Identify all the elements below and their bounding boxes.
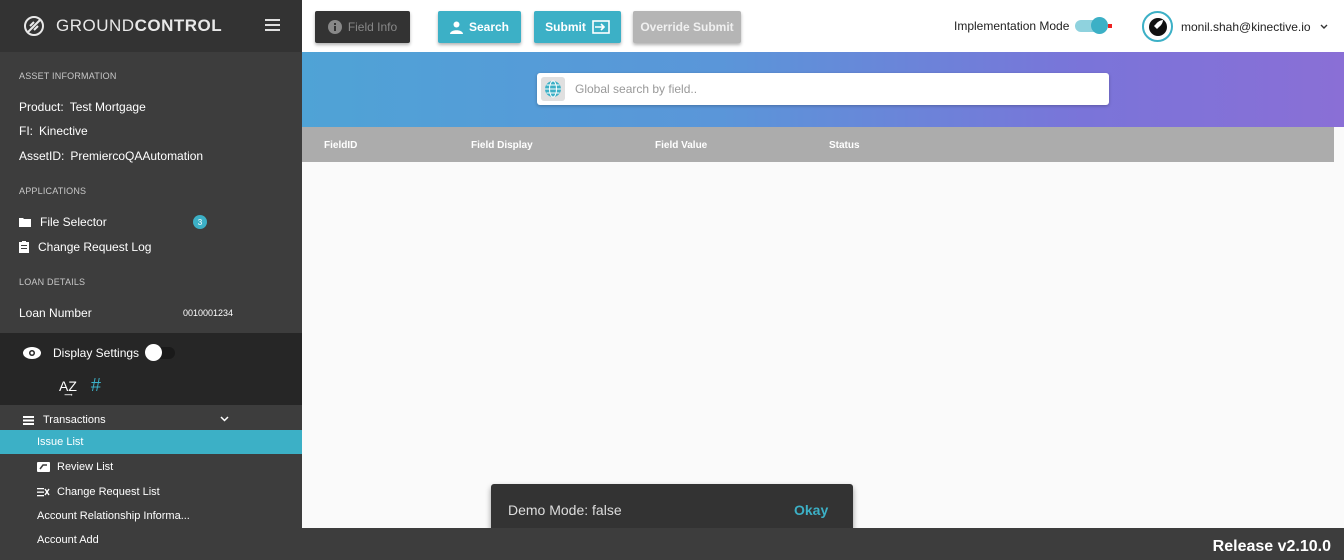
transactions-header[interactable]: Transactions (23, 414, 283, 426)
change-request-log-label: Change Request Log (38, 240, 152, 254)
asset-info-title: ASSET INFORMATION (19, 71, 117, 81)
search-banner (302, 52, 1344, 127)
issue-list-label: Issue List (37, 436, 84, 448)
search-label: Search (468, 20, 510, 34)
display-settings-toggle[interactable] (145, 344, 176, 361)
file-selector-label: File Selector (40, 215, 107, 229)
sidebar-item-file-selector[interactable]: File Selector (19, 215, 107, 229)
hash-icon[interactable]: # (91, 375, 101, 396)
display-settings-label: Display Settings (53, 346, 140, 360)
display-settings-row: Display Settings (23, 344, 176, 361)
top-toolbar: Field Info Search Submit Override Submit… (302, 0, 1344, 52)
info-icon (327, 20, 342, 34)
menu-toggle-icon[interactable] (265, 19, 280, 31)
rocket-icon (1148, 17, 1167, 36)
search-button[interactable]: Search (438, 11, 521, 43)
release-version: Release v2.10.0 (1212, 538, 1331, 555)
file-selector-badge: 3 (193, 215, 207, 229)
implementation-mode: Implementation Mode (954, 17, 1113, 34)
field-info-label: Field Info (347, 20, 398, 34)
column-field-id[interactable]: FieldID (324, 140, 357, 151)
brand-name: GROUNDCONTROL (56, 16, 223, 35)
change-request-icon (37, 488, 50, 497)
column-field-value[interactable]: Field Value (655, 140, 707, 151)
folder-icon (19, 218, 31, 227)
chevron-down-icon (1320, 24, 1328, 29)
review-list-label: Review List (57, 461, 114, 473)
transactions-label: Transactions (43, 414, 106, 426)
sort-options: A͢Z # (59, 375, 101, 396)
sidebar-item-account-add[interactable]: Account Add (0, 528, 302, 552)
snackbar: Demo Mode: false Okay (491, 484, 853, 534)
table-header: FieldID Field Display Field Value Status (302, 127, 1334, 162)
loan-number-value: 0010001234 (183, 308, 234, 318)
global-search-input[interactable] (575, 82, 1075, 96)
user-email: monil.shah@kinective.io (1181, 19, 1311, 34)
sidebar-item-review-list[interactable]: Review List (0, 455, 302, 479)
sort-az-icon[interactable]: A͢Z (59, 378, 77, 394)
column-field-display[interactable]: Field Display (471, 140, 533, 151)
snackbar-message: Demo Mode: false (508, 502, 622, 518)
submit-icon (592, 20, 610, 34)
snackbar-okay-button[interactable]: Okay (794, 502, 828, 518)
chevron-down-icon (220, 416, 229, 422)
submit-label: Submit (545, 20, 586, 34)
applications-title: APPLICATIONS (19, 186, 87, 196)
display-settings-panel: Display Settings A͢Z # (0, 333, 302, 405)
eye-icon (23, 347, 41, 359)
implementation-mode-label: Implementation Mode (954, 19, 1070, 33)
sidebar-item-account-relationship[interactable]: Account Relationship Informa... (0, 504, 302, 528)
sidebar-item-change-request-list[interactable]: Change Request List (0, 480, 302, 504)
implementation-mode-toggle[interactable] (1075, 17, 1113, 34)
field-info-button[interactable]: Field Info (315, 11, 410, 43)
column-status[interactable]: Status (829, 140, 860, 151)
change-request-list-label: Change Request List (57, 486, 160, 498)
clipboard-icon (19, 241, 29, 253)
brand-header: GROUNDCONTROL (0, 0, 302, 52)
override-submit-button[interactable]: Override Submit (633, 11, 741, 43)
fi-info: FI: Kinective (19, 124, 88, 138)
globe-icon[interactable] (541, 77, 565, 101)
sidebar-item-issue-list[interactable]: Issue List (0, 430, 302, 454)
asset-id-info: AssetID: PremiercoQAAutomation (19, 149, 204, 163)
override-submit-label: Override Submit (640, 20, 734, 34)
account-relationship-label: Account Relationship Informa... (37, 510, 190, 522)
avatar (1142, 11, 1173, 42)
account-add-label: Account Add (37, 534, 99, 546)
user-menu[interactable]: monil.shah@kinective.io (1142, 11, 1328, 42)
list-icon (23, 415, 34, 425)
review-icon (37, 462, 50, 472)
brand-logo-icon (24, 16, 44, 36)
loan-number-label: Loan Number (19, 306, 92, 320)
submit-button[interactable]: Submit (534, 11, 621, 43)
loan-details-title: LOAN DETAILS (19, 277, 86, 287)
footer: Release v2.10.0 (302, 528, 1344, 560)
sidebar: GROUNDCONTROL ASSET INFORMATION Product:… (0, 0, 302, 560)
person-icon (449, 21, 463, 34)
product-info: Product: Test Mortgage (19, 100, 146, 114)
global-search-box (537, 73, 1109, 105)
sidebar-item-change-request-log[interactable]: Change Request Log (19, 240, 151, 254)
